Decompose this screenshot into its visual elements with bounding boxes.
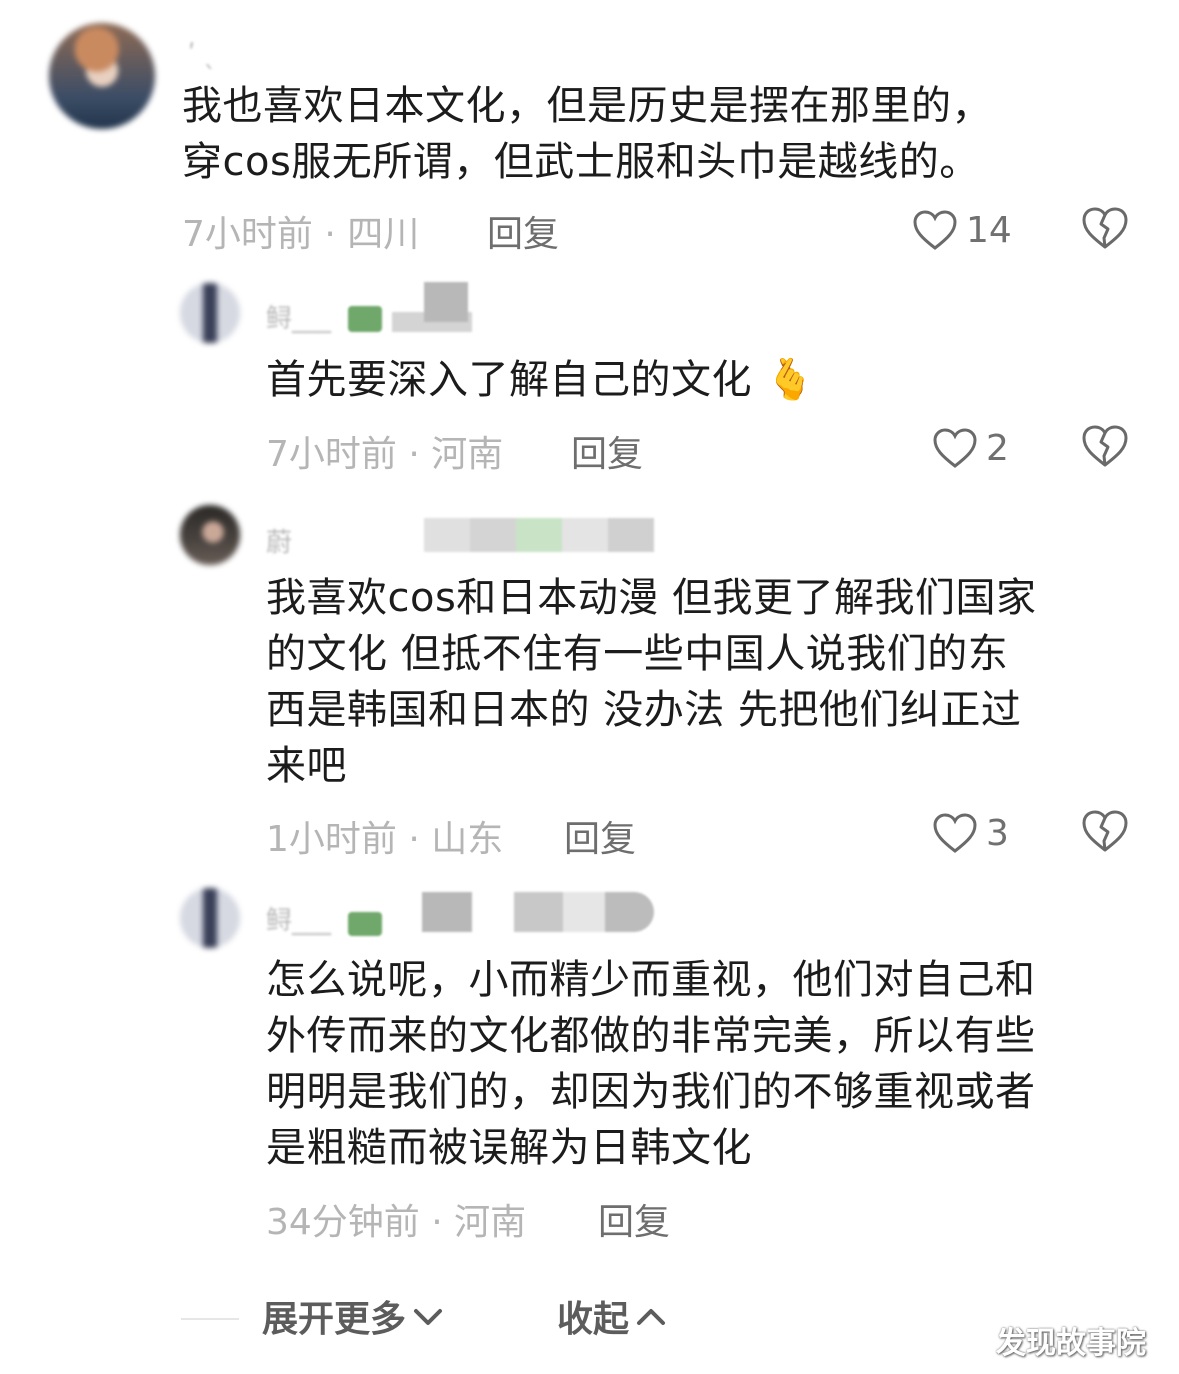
divider (181, 1318, 239, 1320)
broken-heart-icon (1082, 207, 1128, 249)
redacted-block (424, 282, 468, 322)
reply-button[interactable]: 回复 (487, 205, 559, 257)
heart-icon (933, 813, 977, 853)
dislike-button[interactable] (1080, 205, 1130, 255)
redacted-block (422, 892, 472, 932)
broken-heart-icon (1082, 810, 1128, 852)
expand-label: 展开更多 (262, 1299, 407, 1340)
comment-text: 首先要深入了解自己的文化 🫰 (266, 352, 816, 408)
like-button[interactable]: 14 (912, 205, 1012, 255)
comment-thread: ʹ ˎ 我也喜欢日本文化，但是历史是摆在那里的， 穿cos服无所谓，但武士服和头… (0, 0, 1179, 1374)
avatar[interactable] (49, 23, 155, 129)
collapse-button[interactable]: 收起 (557, 1290, 669, 1342)
reply-button[interactable]: 回复 (598, 1193, 670, 1245)
broken-heart-icon (1082, 425, 1128, 467)
time-location: 7小时前 · 四川 (182, 214, 420, 255)
comment-line: 我喜欢cos和日本动漫 但我更了解我们国家 (266, 575, 1037, 621)
reply-button[interactable]: 回复 (571, 425, 643, 477)
username[interactable]: ʹ ˎ (188, 40, 217, 70)
dislike-button[interactable] (1080, 423, 1130, 473)
comment-line: 来吧 (266, 743, 347, 789)
heart-icon (913, 210, 957, 250)
username[interactable]: 蔚 (266, 522, 292, 559)
comment-line: 是粗糙而被误解为日韩文化 (266, 1125, 752, 1171)
heart-icon (933, 428, 977, 468)
comment-line: 我也喜欢日本文化，但是历史是摆在那里的， (182, 83, 992, 129)
watermark: 发现故事院 (996, 1326, 1146, 1361)
avatar[interactable] (180, 888, 240, 948)
avatar[interactable] (180, 283, 240, 343)
comment-line: 穿cos服无所谓，但武士服和头巾是越线的。 (182, 139, 980, 185)
comment-line: 西是韩国和日本的 没办法 先把他们纠正过 (266, 687, 1022, 733)
redacted-block (514, 892, 654, 932)
comment-line: 的文化 但抵不住有一些中国人说我们的东 (266, 631, 1009, 677)
chevron-down-icon (414, 1309, 443, 1325)
redacted-block (348, 912, 382, 936)
comment-line: 首先要深入了解自己的文化 🫰 (266, 357, 816, 403)
dislike-button[interactable] (1080, 808, 1130, 858)
like-count: 3 (986, 812, 1009, 854)
reply-button[interactable]: 回复 (564, 810, 636, 862)
comment-text: 怎么说呢，小而精少而重视，他们对自己和 外传而来的文化都做的非常完美，所以有些 … (266, 952, 1036, 1176)
collapse-label: 收起 (557, 1299, 630, 1340)
comment-line: 外传而来的文化都做的非常完美，所以有些 (266, 1013, 1036, 1059)
chevron-up-icon (637, 1309, 666, 1325)
time-location: 34分钟前 · 河南 (266, 1202, 527, 1243)
time-location: 7小时前 · 河南 (266, 434, 504, 475)
comment-text: 我喜欢cos和日本动漫 但我更了解我们国家 的文化 但抵不住有一些中国人说我们的… (266, 570, 1037, 794)
comment-text: 我也喜欢日本文化，但是历史是摆在那里的， 穿cos服无所谓，但武士服和头巾是越线… (182, 78, 992, 190)
expand-more-button[interactable]: 展开更多 (262, 1290, 446, 1342)
comment-line: 明明是我们的，却因为我们的不够重视或者 (266, 1069, 1036, 1115)
like-count: 14 (966, 209, 1012, 251)
comment-line: 怎么说呢，小而精少而重视，他们对自己和 (266, 957, 1036, 1003)
like-button[interactable]: 3 (932, 808, 1009, 858)
redacted-block (348, 306, 382, 332)
like-button[interactable]: 2 (932, 423, 1009, 473)
avatar[interactable] (180, 505, 240, 565)
like-count: 2 (986, 427, 1009, 469)
username[interactable]: 鲟___ (266, 900, 331, 937)
redacted-block (424, 518, 654, 552)
time-location: 1小时前 · 山东 (266, 819, 504, 860)
username[interactable]: 鲟___ (266, 298, 331, 335)
